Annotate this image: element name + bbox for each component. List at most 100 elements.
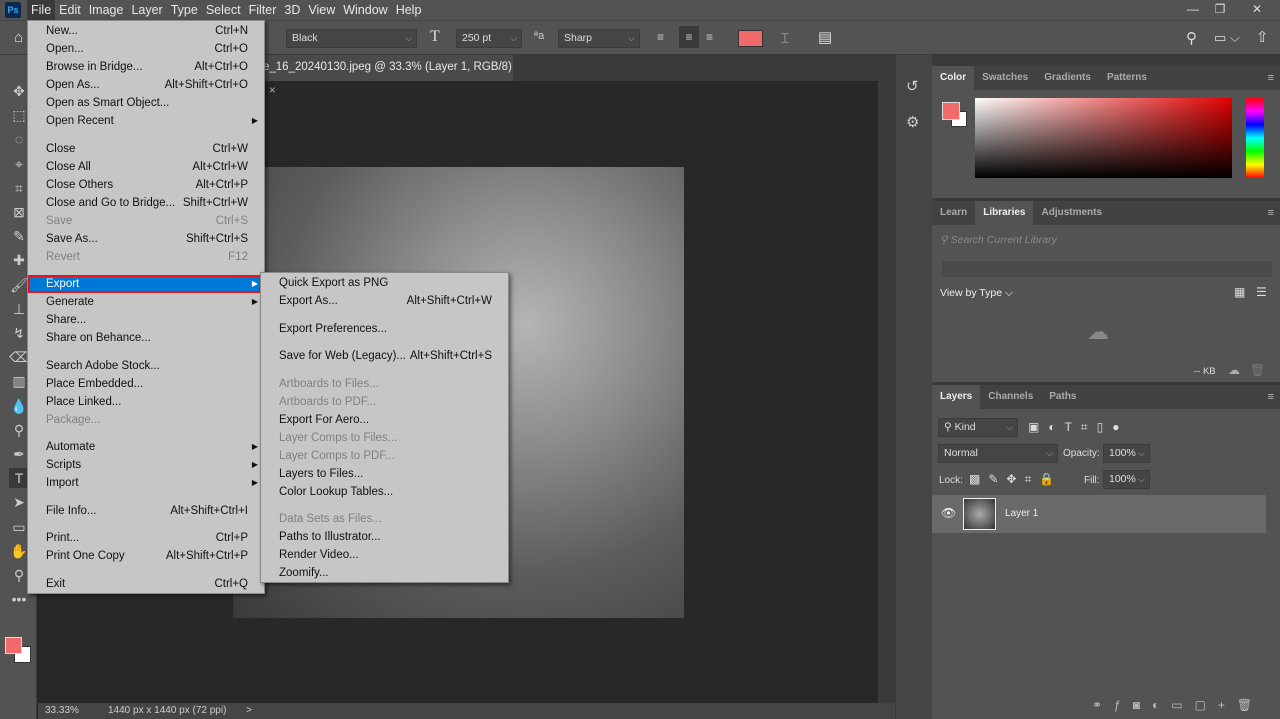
- menu-item-artboards-to-pdf[interactable]: Artboards to PDF...: [261, 393, 508, 411]
- menu-item-close-others[interactable]: Close Others Alt+Ctrl+P: [28, 176, 264, 194]
- menu-item-zoomify[interactable]: Zoomify...: [261, 564, 508, 582]
- stamp-tool-icon[interactable]: ⊥: [9, 299, 29, 319]
- menu-item-search-adobe-stock[interactable]: Search Adobe Stock...: [28, 357, 264, 375]
- opacity-input[interactable]: 100% ⌵: [1103, 444, 1150, 463]
- zoom-level[interactable]: 33.33%: [45, 703, 79, 719]
- menu-item-save-for-web-legacy[interactable]: Save for Web (Legacy)... Alt+Shift+Ctrl+S: [261, 347, 508, 365]
- menu-image[interactable]: Image: [85, 0, 128, 20]
- share-icon[interactable]: ⇧: [1256, 28, 1269, 46]
- menu-file[interactable]: File: [27, 0, 56, 20]
- hue-slider[interactable]: [1246, 98, 1264, 178]
- font-size-select[interactable]: 250 pt ⌵: [456, 29, 522, 48]
- library-search[interactable]: ⚲ Search Current Library: [940, 234, 1057, 246]
- tab-gradients[interactable]: Gradients: [1036, 66, 1099, 90]
- menu-item-new[interactable]: New... Ctrl+N: [28, 22, 264, 40]
- history-brush-tool-icon[interactable]: ↯: [9, 323, 29, 343]
- menu-item-export-as[interactable]: Export As... Alt+Shift+Ctrl+W: [261, 292, 508, 310]
- menu-item-export-preferences[interactable]: Export Preferences...: [261, 320, 508, 338]
- menu-item-close[interactable]: Close Ctrl+W: [28, 140, 264, 158]
- menu-layer[interactable]: Layer: [127, 0, 166, 20]
- move-tool-icon[interactable]: ✥: [9, 81, 29, 101]
- menu-view[interactable]: View: [304, 0, 339, 20]
- frame-tool-icon[interactable]: ⊠: [9, 202, 29, 222]
- tab-patterns[interactable]: Patterns: [1099, 66, 1155, 90]
- menu-item-close-and-go-to-bridge[interactable]: Close and Go to Bridge... Shift+Ctrl+W: [28, 194, 264, 212]
- library-select[interactable]: [942, 261, 1272, 277]
- crop-tool-icon[interactable]: ⌗: [9, 178, 29, 198]
- eraser-tool-icon[interactable]: ⌫: [9, 347, 29, 367]
- menu-item-layer-comps-to-files[interactable]: Layer Comps to Files...: [261, 429, 508, 447]
- panel-menu-icon[interactable]: ≡: [1268, 391, 1274, 403]
- menu-item-export-for-aero[interactable]: Export For Aero...: [261, 411, 508, 429]
- lock-icons[interactable]: ▩✎✥⌗🔒: [969, 472, 1062, 487]
- type-tool-icon[interactable]: T: [9, 468, 29, 489]
- menu-item-color-lookup-tables[interactable]: Color Lookup Tables...: [261, 483, 508, 501]
- path-select-tool-icon[interactable]: ➤: [9, 492, 29, 512]
- character-panel-icon[interactable]: ▤: [818, 28, 832, 46]
- menu-item-open-as-smart-object[interactable]: Open as Smart Object...: [28, 94, 264, 112]
- close-tab-icon[interactable]: ×: [269, 85, 276, 97]
- menu-item-render-video[interactable]: Render Video...: [261, 546, 508, 564]
- align-center-icon[interactable]: ≡: [679, 26, 699, 48]
- pen-tool-icon[interactable]: ✒: [9, 444, 29, 464]
- quick-select-tool-icon[interactable]: ⌖: [9, 154, 29, 174]
- menu-item-place-embedded[interactable]: Place Embedded...: [28, 375, 264, 393]
- menu-select[interactable]: Select: [202, 0, 245, 20]
- menu-item-share-on-behance[interactable]: Share on Behance...: [28, 329, 264, 347]
- vertical-scrollbar[interactable]: [878, 81, 895, 703]
- font-style-select[interactable]: Black ⌵: [286, 29, 417, 48]
- close-window-button[interactable]: ✕: [1240, 0, 1274, 18]
- menu-item-save[interactable]: Save Ctrl+S: [28, 212, 264, 230]
- home-icon[interactable]: ⌂: [14, 29, 23, 46]
- grid-view-icon[interactable]: ▦: [1234, 285, 1245, 299]
- menu-item-layer-comps-to-pdf[interactable]: Layer Comps to PDF...: [261, 447, 508, 465]
- menu-3d[interactable]: 3D: [280, 0, 304, 20]
- layer-filter-kind[interactable]: ⚲ Kind ⌵: [938, 418, 1018, 437]
- menu-item-artboards-to-files[interactable]: Artboards to Files...: [261, 375, 508, 393]
- menu-item-paths-to-illustrator[interactable]: Paths to Illustrator...: [261, 528, 508, 546]
- menu-filter[interactable]: Filter: [245, 0, 281, 20]
- menu-item-import[interactable]: Import ▶: [28, 474, 264, 492]
- search-icon[interactable]: ⚲: [1186, 29, 1197, 47]
- menu-item-data-sets-as-files[interactable]: Data Sets as Files...: [261, 510, 508, 528]
- lasso-tool-icon[interactable]: ◌: [9, 129, 29, 149]
- foreground-color[interactable]: [5, 637, 22, 654]
- menu-item-automate[interactable]: Automate ▶: [28, 438, 264, 456]
- menu-item-scripts[interactable]: Scripts ▶: [28, 456, 264, 474]
- gradient-tool-icon[interactable]: ▥: [9, 371, 29, 391]
- layer-filter-icons[interactable]: ▣◐T⌗▯●: [1028, 420, 1129, 435]
- menu-type[interactable]: Type: [167, 0, 202, 20]
- warp-text-icon[interactable]: Ɪ: [781, 29, 789, 48]
- tab-adjustments[interactable]: Adjustments: [1033, 201, 1110, 225]
- zoom-tool-icon[interactable]: ⚲: [9, 565, 29, 585]
- text-color-swatch[interactable]: [738, 30, 763, 47]
- minimize-button[interactable]: —: [1180, 0, 1206, 18]
- menu-help[interactable]: Help: [392, 0, 426, 20]
- menu-item-open-recent[interactable]: Open Recent ▶: [28, 112, 264, 130]
- menu-item-quick-export-as-png[interactable]: Quick Export as PNG: [261, 274, 508, 292]
- menu-item-export[interactable]: Export ▶: [28, 275, 264, 293]
- menu-item-file-info[interactable]: File Info... Alt+Shift+Ctrl+I: [28, 502, 264, 520]
- healing-tool-icon[interactable]: ✚: [9, 250, 29, 270]
- menu-item-place-linked[interactable]: Place Linked...: [28, 393, 264, 411]
- menu-item-layers-to-files[interactable]: Layers to Files...: [261, 465, 508, 483]
- menu-item-exit[interactable]: Exit Ctrl+Q: [28, 575, 264, 593]
- menu-item-share[interactable]: Share...: [28, 311, 264, 329]
- eyedropper-tool-icon[interactable]: ✎: [9, 226, 29, 246]
- menu-item-close-all[interactable]: Close All Alt+Ctrl+W: [28, 158, 264, 176]
- blur-tool-icon[interactable]: 💧: [9, 396, 29, 416]
- menu-item-open[interactable]: Open... Ctrl+O: [28, 40, 264, 58]
- menu-edit[interactable]: Edit: [55, 0, 85, 20]
- antialias-select[interactable]: Sharp ⌵: [558, 29, 640, 48]
- more-tool-icon[interactable]: •••: [9, 589, 29, 609]
- view-by-type-dropdown[interactable]: View by Type ⌵: [940, 287, 1013, 300]
- list-view-icon[interactable]: ☰: [1256, 285, 1267, 299]
- visibility-eye-icon[interactable]: 👁: [941, 506, 956, 520]
- tab-paths[interactable]: Paths: [1041, 385, 1084, 409]
- dodge-tool-icon[interactable]: ⚲: [9, 420, 29, 440]
- panel-menu-icon[interactable]: ≡: [1268, 72, 1274, 84]
- properties-icon[interactable]: ⚙: [906, 113, 919, 131]
- menu-item-print-one-copy[interactable]: Print One Copy Alt+Shift+Ctrl+P: [28, 547, 264, 565]
- align-left-icon[interactable]: ≡: [657, 30, 664, 44]
- hand-tool-icon[interactable]: ✋: [9, 541, 29, 561]
